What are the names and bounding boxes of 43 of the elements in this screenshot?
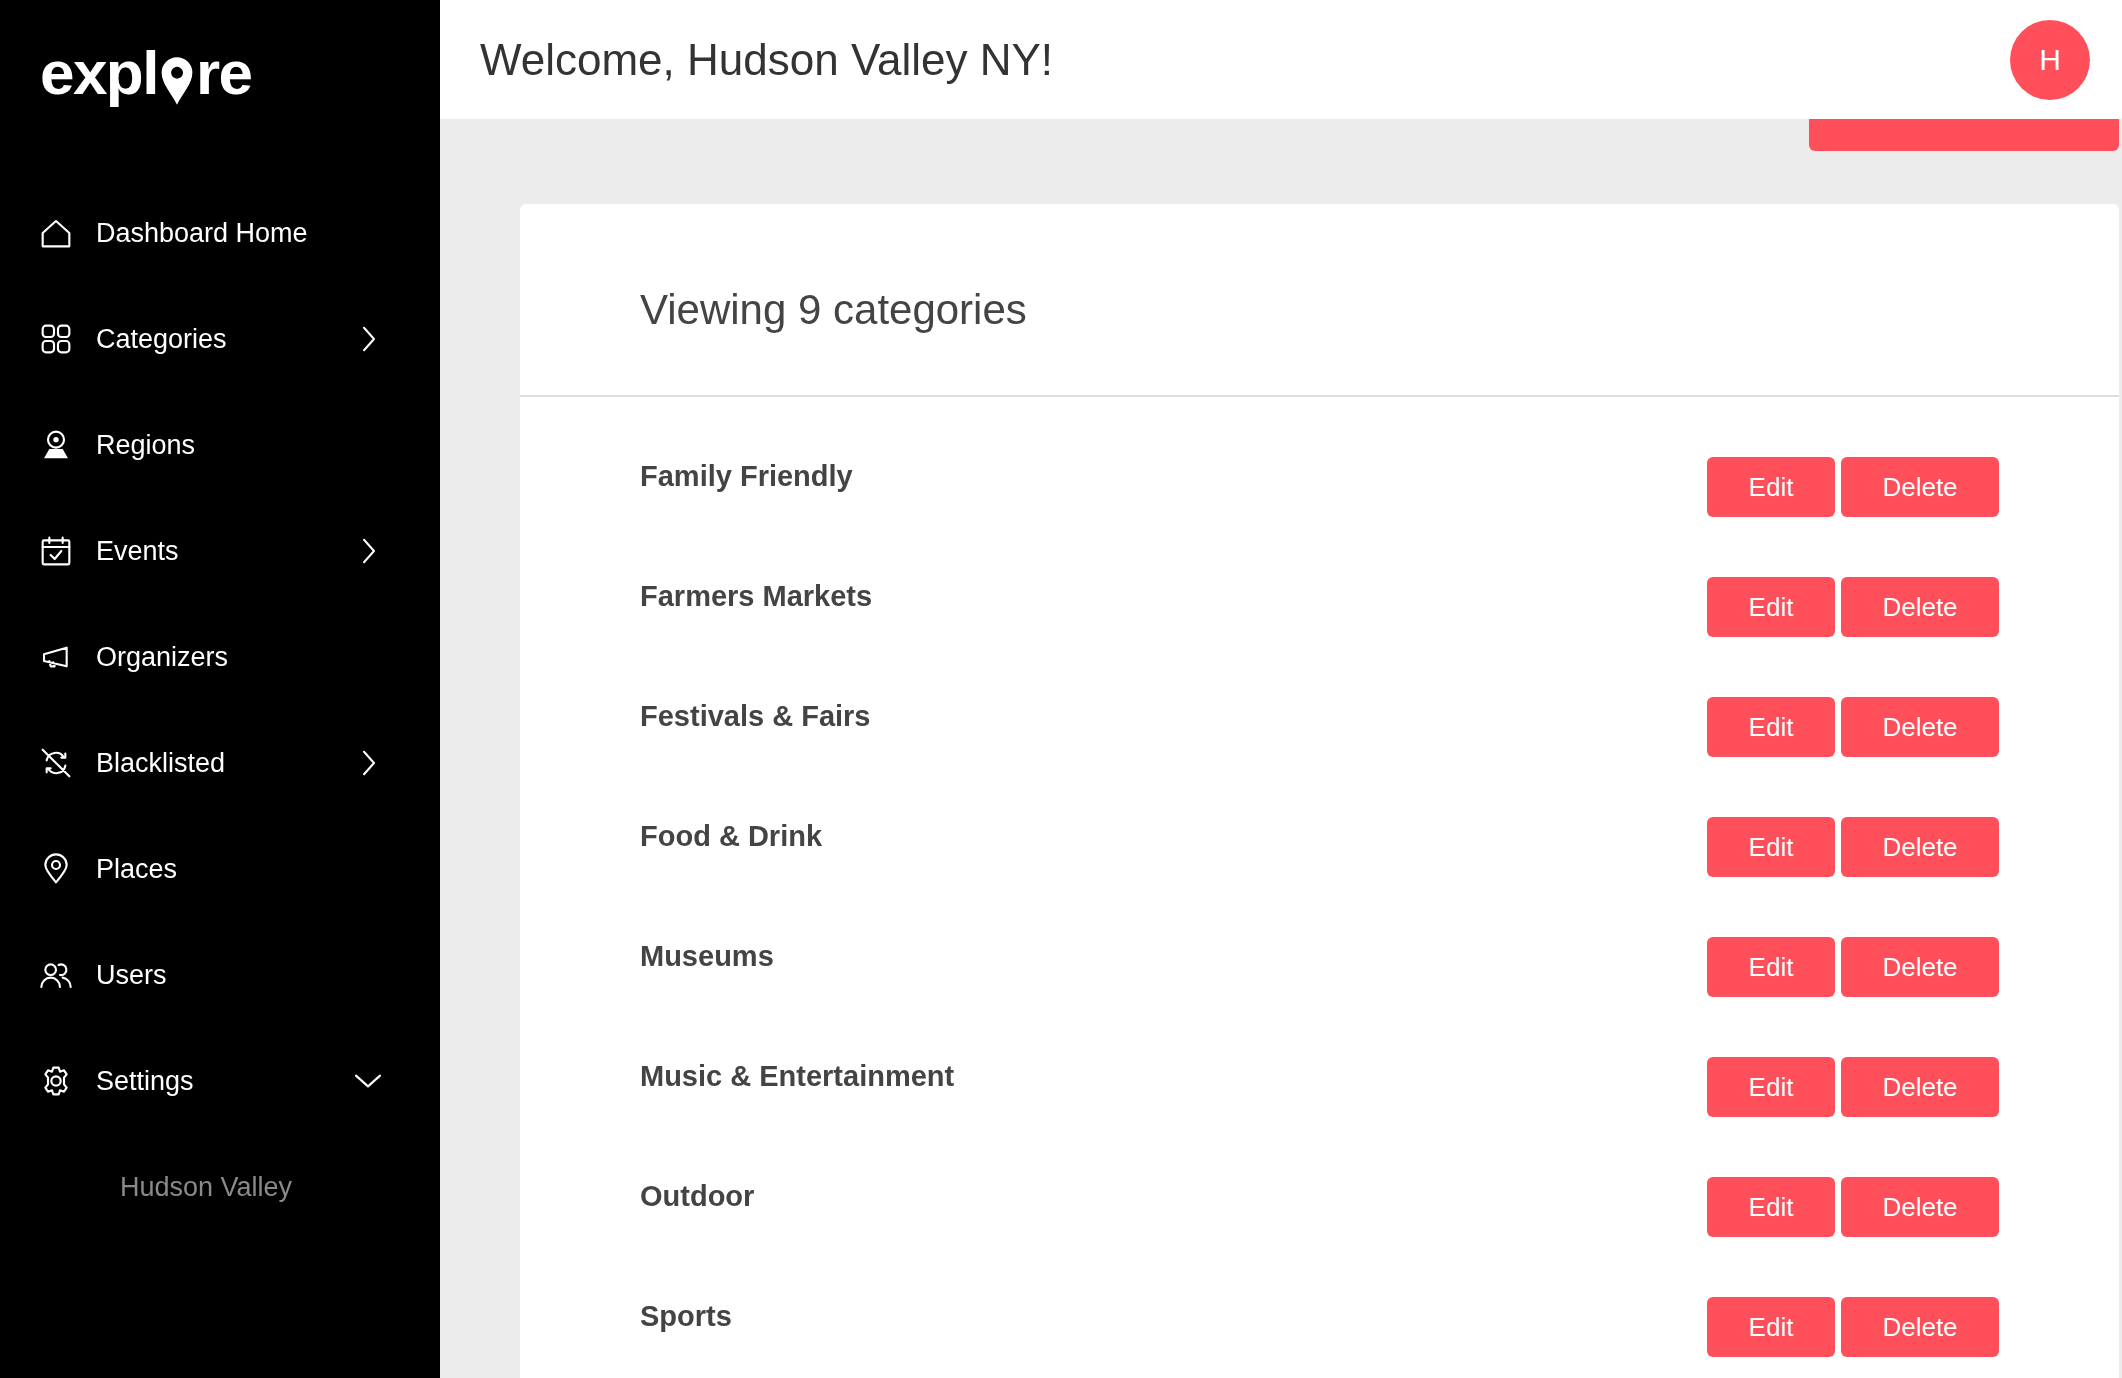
calendar-check-icon — [40, 535, 72, 567]
categories-count-heading: Viewing 9 categories — [640, 285, 1027, 335]
sidebar-item[interactable]: Dashboard Home — [0, 180, 440, 286]
grid-icon — [40, 323, 72, 355]
new-category-button[interactable] — [1809, 119, 2119, 151]
category-name: Sports — [640, 1299, 732, 1335]
edit-button[interactable]: Edit — [1707, 577, 1835, 637]
welcome-message: Welcome, Hudson Valley NY! — [480, 33, 1054, 86]
user-avatar[interactable]: H — [2010, 19, 2090, 100]
category-name: Food & Drink — [640, 819, 823, 855]
category-name: Outdoor — [640, 1179, 755, 1215]
delete-button[interactable]: Delete — [1841, 937, 1999, 997]
delete-button[interactable]: Delete — [1841, 817, 1999, 877]
delete-button[interactable]: Delete — [1841, 1177, 1999, 1237]
edit-button[interactable]: Edit — [1707, 697, 1835, 757]
sidebar-item[interactable]: Users — [0, 922, 440, 1028]
sidebar-item[interactable]: Blacklisted — [0, 710, 440, 816]
sidebar-item[interactable]: Regions — [0, 392, 440, 498]
sidebar-item[interactable]: Events — [0, 498, 440, 604]
delete-button[interactable]: Delete — [1841, 457, 1999, 517]
sidebar-subitem[interactable]: Hudson Valley — [120, 1166, 293, 1208]
edit-button[interactable]: Edit — [1707, 817, 1835, 877]
sidebar-item[interactable]: Settings — [0, 1028, 440, 1134]
home-icon — [40, 217, 72, 249]
edit-button[interactable]: Edit — [1707, 457, 1835, 517]
edit-button[interactable]: Edit — [1707, 1057, 1835, 1117]
edit-button[interactable]: Edit — [1707, 1177, 1835, 1237]
delete-button[interactable]: Delete — [1841, 1057, 1999, 1117]
sidebar-item[interactable]: Organizers — [0, 604, 440, 710]
blocked-sync-icon — [40, 747, 72, 779]
category-name: Music & Entertainment — [640, 1059, 955, 1095]
sidebar-item[interactable]: Categories — [0, 286, 440, 392]
category-name: Festivals & Fairs — [640, 699, 871, 735]
delete-button[interactable]: Delete — [1841, 697, 1999, 757]
delete-button[interactable]: Delete — [1841, 1297, 1999, 1357]
category-name: Farmers Markets — [640, 579, 873, 615]
delete-button[interactable]: Delete — [1841, 577, 1999, 637]
edit-button[interactable]: Edit — [1707, 1297, 1835, 1357]
category-name: Family Friendly — [640, 459, 853, 495]
category-name: Museums — [640, 939, 774, 975]
explore-logo: expl re — [40, 37, 252, 109]
edit-button[interactable]: Edit — [1707, 937, 1835, 997]
sidebar-item[interactable]: Places — [0, 816, 440, 922]
